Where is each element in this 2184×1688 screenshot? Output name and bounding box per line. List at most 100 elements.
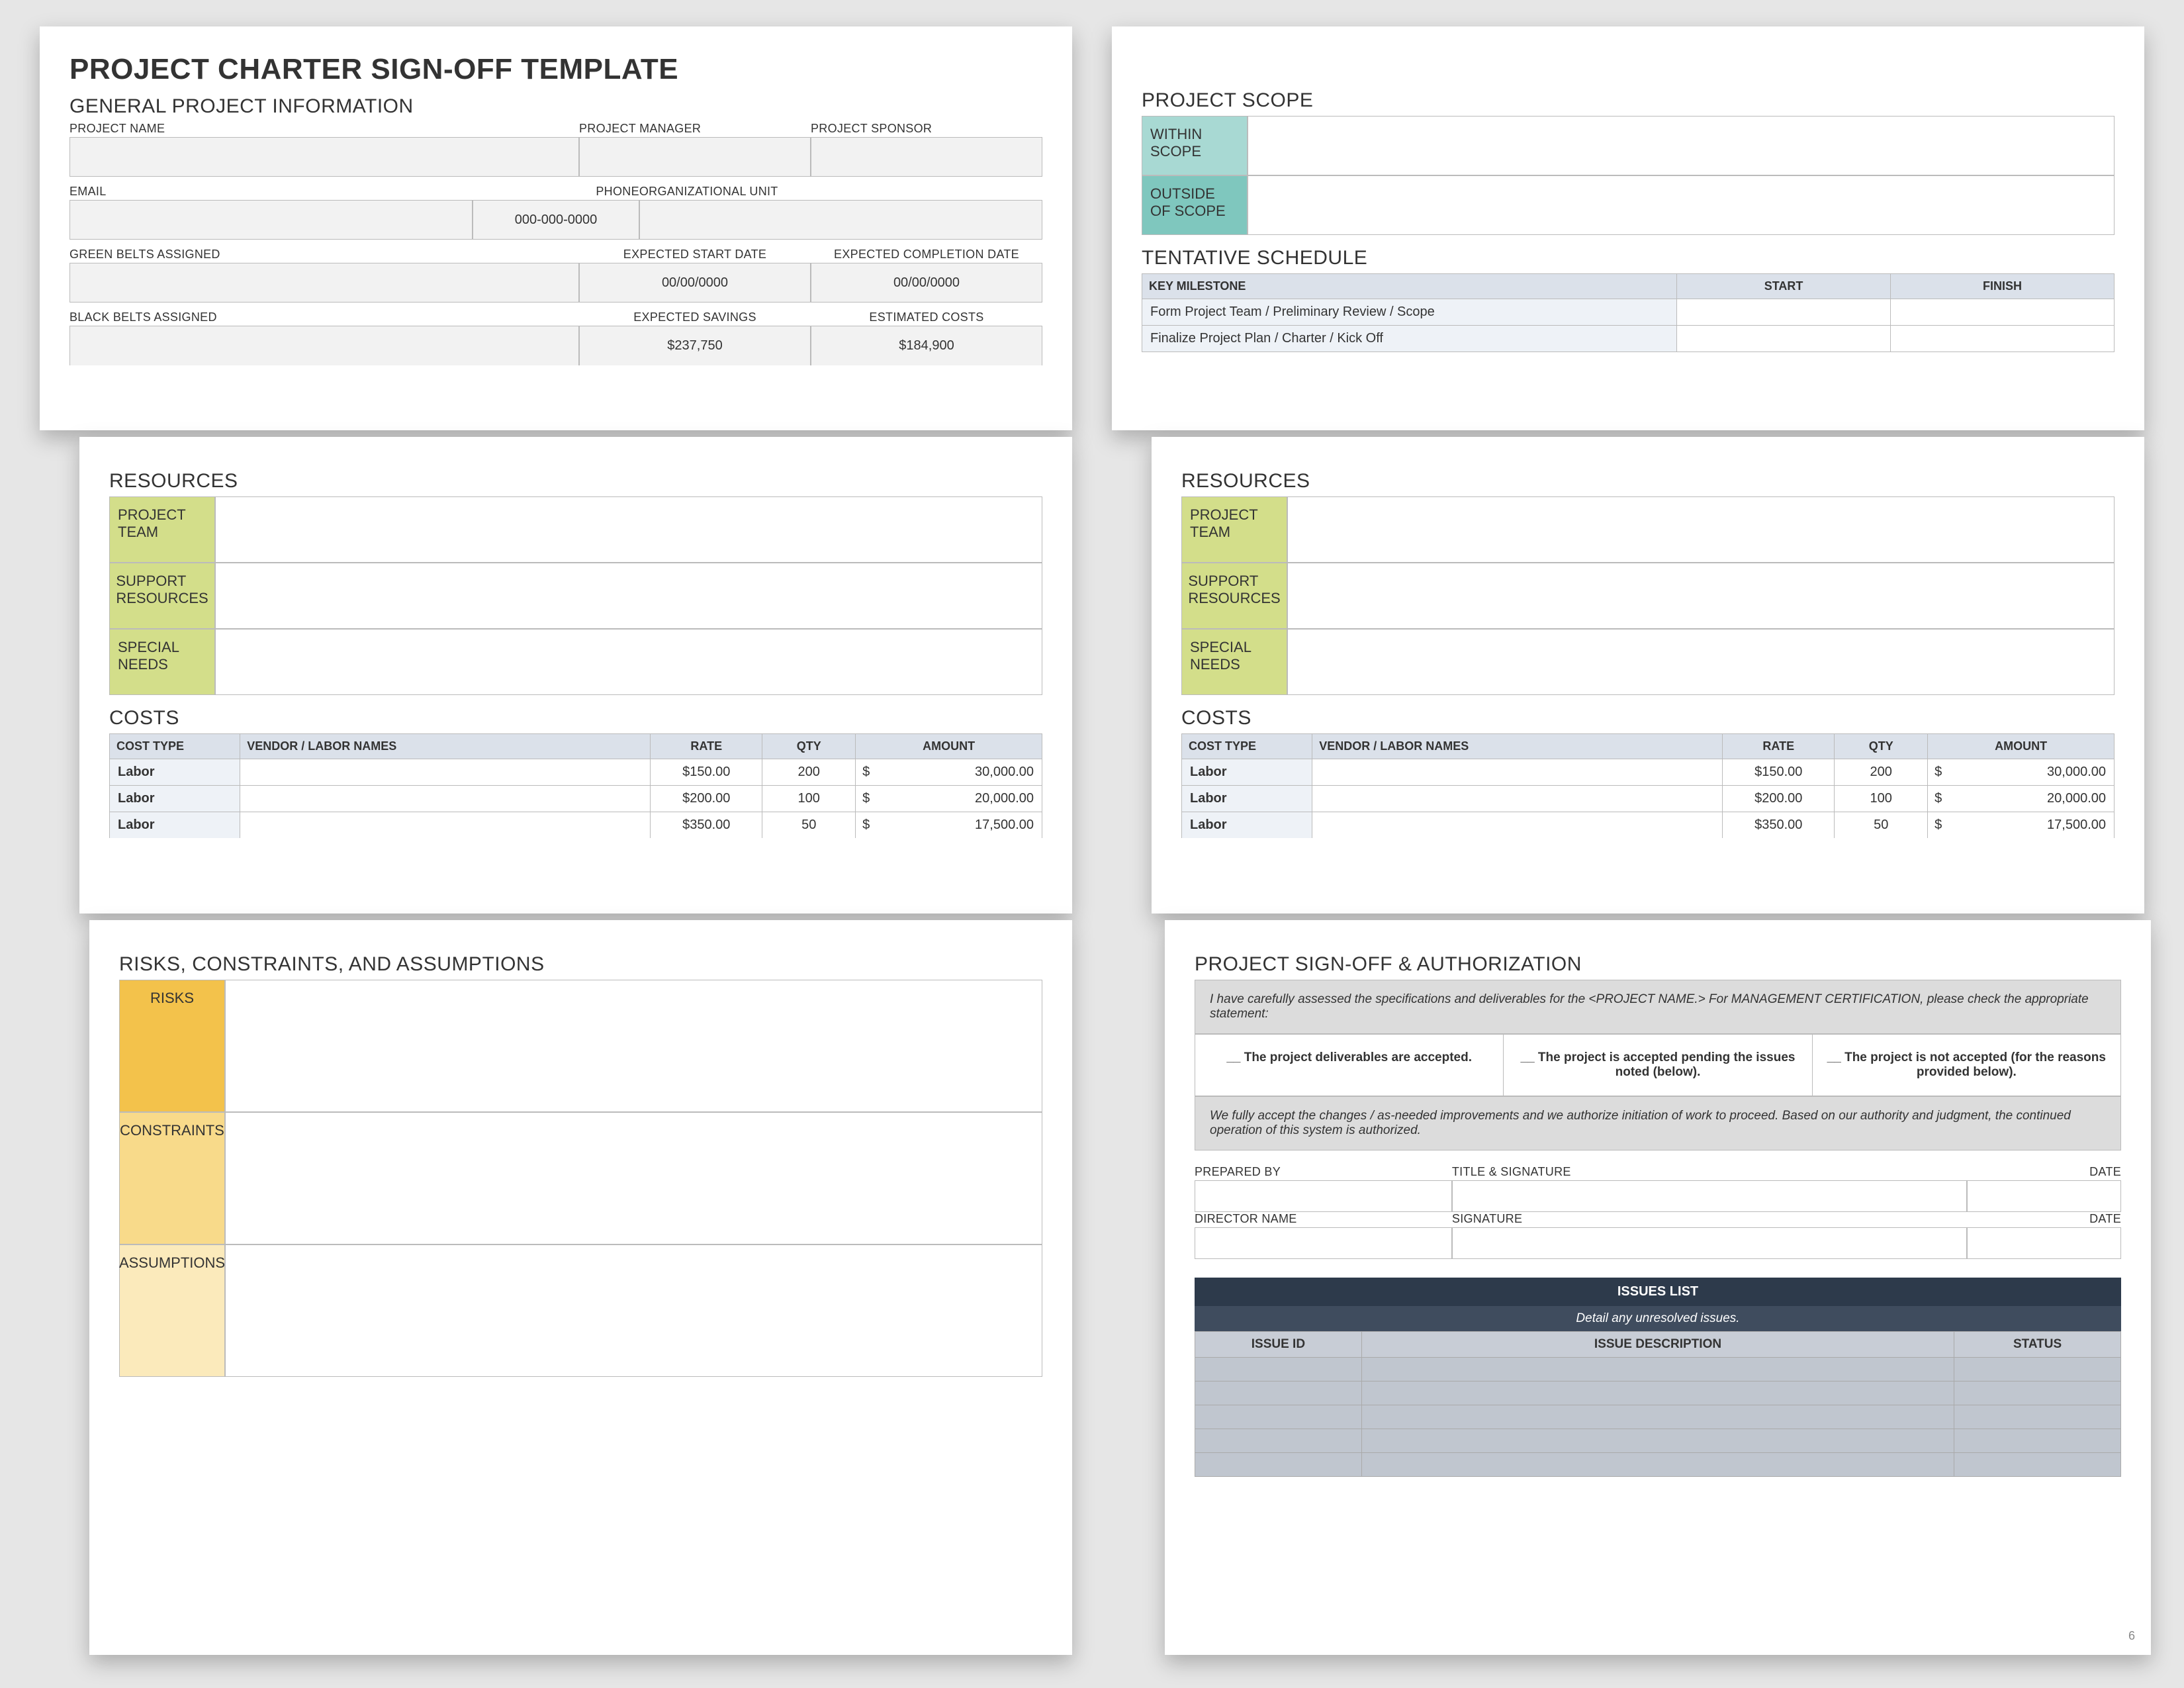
milestone-cell: Form Project Team / Preliminary Review /… xyxy=(1142,299,1677,326)
issue-row[interactable] xyxy=(1195,1382,2121,1405)
label-special-needs: SPECIAL NEEDS xyxy=(109,629,215,695)
label-project-sponsor: PROJECT SPONSOR xyxy=(811,122,1042,136)
start-cell[interactable] xyxy=(1676,299,1890,326)
issue-row[interactable] xyxy=(1195,1429,2121,1453)
signoff-opt-rejected[interactable]: __ The project is not accepted (for the … xyxy=(1827,1051,2106,1079)
cost-qty: 50 xyxy=(762,812,856,839)
cost-rate: $150.00 xyxy=(1723,759,1835,786)
cost-type: Labor xyxy=(110,759,240,786)
label-project-team: PROJECT TEAM xyxy=(1181,496,1287,563)
field-title-sig[interactable] xyxy=(1452,1180,1967,1212)
field-constraints[interactable] xyxy=(225,1112,1042,1244)
label-org-unit: ORGANIZATIONAL UNIT xyxy=(639,185,1042,199)
th-rate: RATE xyxy=(1723,734,1835,759)
th-rate: RATE xyxy=(651,734,762,759)
field-phone[interactable]: 000-000-0000 xyxy=(473,200,639,240)
field-assumptions[interactable] xyxy=(225,1244,1042,1377)
field-prepared-by[interactable] xyxy=(1195,1180,1452,1212)
finish-cell[interactable] xyxy=(1891,326,2115,352)
label-assumptions: ASSUMPTIONS xyxy=(119,1244,225,1377)
cost-vendor[interactable] xyxy=(1312,786,1723,812)
cost-type: Labor xyxy=(110,786,240,812)
issue-row[interactable] xyxy=(1195,1358,2121,1382)
cost-rate: $200.00 xyxy=(1723,786,1835,812)
issue-row[interactable] xyxy=(1195,1405,2121,1429)
field-support-resources[interactable] xyxy=(215,563,1042,629)
cost-vendor[interactable] xyxy=(240,786,651,812)
cost-row: Labor $350.00 50 $17,500.00 xyxy=(1182,812,2115,839)
label-phone: PHONE xyxy=(473,185,639,199)
th-vendor: VENDOR / LABOR NAMES xyxy=(1312,734,1723,759)
field-risks[interactable] xyxy=(225,980,1042,1112)
cost-rate: $350.00 xyxy=(1723,812,1835,839)
issue-row[interactable] xyxy=(1195,1453,2121,1477)
issues-table: ISSUE ID ISSUE DESCRIPTION STATUS xyxy=(1195,1331,2121,1477)
th-issue-id: ISSUE ID xyxy=(1195,1332,1362,1358)
milestone-cell: Finalize Project Plan / Charter / Kick O… xyxy=(1142,326,1677,352)
field-exp-start[interactable]: 00/00/0000 xyxy=(579,263,811,303)
th-milestone: KEY MILESTONE xyxy=(1142,274,1677,299)
th-qty: QTY xyxy=(1835,734,1928,759)
signoff-opt-accepted[interactable]: __ The project deliverables are accepted… xyxy=(1226,1051,1472,1064)
label-outside-scope: OUTSIDE OF SCOPE xyxy=(1142,175,1248,235)
label-est-costs: ESTIMATED COSTS xyxy=(811,310,1042,324)
field-exp-savings[interactable]: $237,750 xyxy=(579,326,811,365)
schedule-table: KEY MILESTONE START FINISH Form Project … xyxy=(1142,273,2115,352)
field-project-team[interactable] xyxy=(1287,496,2115,563)
cost-vendor[interactable] xyxy=(240,812,651,839)
cost-row: Labor $200.00 100 $20,000.00 xyxy=(1182,786,2115,812)
field-date-1[interactable] xyxy=(1967,1180,2121,1212)
section-scope: PROJECT SCOPE xyxy=(1142,89,2115,112)
label-exp-start: EXPECTED START DATE xyxy=(579,248,811,261)
th-issue-desc: ISSUE DESCRIPTION xyxy=(1361,1332,1954,1358)
field-est-costs[interactable]: $184,900 xyxy=(811,326,1042,365)
finish-cell[interactable] xyxy=(1891,299,2115,326)
field-green-belts[interactable] xyxy=(69,263,579,303)
field-org-unit[interactable] xyxy=(639,200,1042,240)
label-exp-savings: EXPECTED SAVINGS xyxy=(579,310,811,324)
th-start: START xyxy=(1676,274,1890,299)
label-project-name: PROJECT NAME xyxy=(69,122,579,136)
cost-amount: 20,000.00 xyxy=(2047,791,2106,806)
field-project-name[interactable] xyxy=(69,137,579,177)
cost-vendor[interactable] xyxy=(1312,812,1723,839)
field-project-team[interactable] xyxy=(215,496,1042,563)
field-special-needs[interactable] xyxy=(215,629,1042,695)
field-exp-completion[interactable]: 00/00/0000 xyxy=(811,263,1042,303)
page-number: 6 xyxy=(2128,1629,2135,1643)
label-director: DIRECTOR NAME xyxy=(1195,1212,1452,1226)
field-outside-scope[interactable] xyxy=(1248,175,2115,235)
cost-qty: 100 xyxy=(1835,786,1928,812)
field-signature[interactable] xyxy=(1452,1227,1967,1259)
signoff-opt-pending[interactable]: __ The project is accepted pending the i… xyxy=(1521,1051,1796,1079)
section-resources: RESOURCES xyxy=(1181,470,2115,492)
th-amount: AMOUNT xyxy=(856,734,1042,759)
label-email: EMAIL xyxy=(69,185,473,199)
field-special-needs[interactable] xyxy=(1287,629,2115,695)
section-risks: RISKS, CONSTRAINTS, AND ASSUMPTIONS xyxy=(119,953,1042,976)
section-schedule: TENTATIVE SCHEDULE xyxy=(1142,247,2115,269)
cost-vendor[interactable] xyxy=(240,759,651,786)
cost-amount: 20,000.00 xyxy=(975,791,1034,806)
field-project-manager[interactable] xyxy=(579,137,811,177)
field-director[interactable] xyxy=(1195,1227,1452,1259)
cost-vendor[interactable] xyxy=(1312,759,1723,786)
field-within-scope[interactable] xyxy=(1248,116,2115,175)
field-project-sponsor[interactable] xyxy=(811,137,1042,177)
field-date-2[interactable] xyxy=(1967,1227,2121,1259)
label-support-resources: SUPPORT RESOURCES xyxy=(109,563,215,629)
cost-type: Labor xyxy=(110,812,240,839)
label-date: DATE xyxy=(1967,1165,2121,1179)
cost-qty: 50 xyxy=(1835,812,1928,839)
signoff-intro: I have carefully assessed the specificat… xyxy=(1195,980,2121,1034)
start-cell[interactable] xyxy=(1676,326,1890,352)
field-email[interactable] xyxy=(69,200,473,240)
cost-qty: 100 xyxy=(762,786,856,812)
label-project-manager: PROJECT MANAGER xyxy=(579,122,811,136)
field-black-belts[interactable] xyxy=(69,326,579,365)
signoff-intro-text: I have carefully assessed the specificat… xyxy=(1210,992,2089,1021)
field-support-resources[interactable] xyxy=(1287,563,2115,629)
cost-type: Labor xyxy=(1182,786,1312,812)
th-issue-status: STATUS xyxy=(1954,1332,2121,1358)
label-constraints: CONSTRAINTS xyxy=(119,1112,225,1244)
